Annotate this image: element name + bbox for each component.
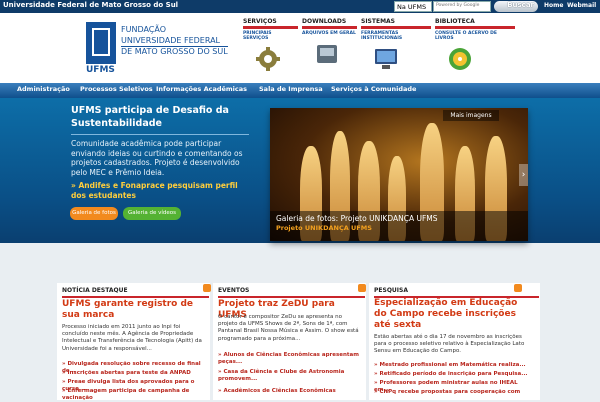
- list-item[interactable]: » Casa da Ciência e Clube de Astronomia …: [218, 369, 363, 383]
- photo-gallery-button[interactable]: Galeria de fotos: [70, 207, 118, 220]
- search-input[interactable]: Powered by Google: [433, 1, 491, 12]
- ufms-logo-icon[interactable]: [86, 22, 116, 64]
- more-images-button[interactable]: Mais imagens: [443, 110, 499, 121]
- photo-caption-sub: Projeto UNIKDANÇA UFMS: [276, 224, 372, 232]
- nav-processos-seletivos[interactable]: Processos Seletivos: [80, 85, 153, 93]
- search-button[interactable]: Buscar: [494, 1, 538, 12]
- hero-title[interactable]: UFMS participa de Desafio da Sustentabil…: [71, 104, 261, 130]
- service-downloads[interactable]: DOWNLOADS ARQUIVOS EM GERAL: [302, 18, 357, 71]
- video-gallery-button[interactable]: Galeria de vídeos: [123, 207, 181, 220]
- column-title[interactable]: UFMS garante registro de sua marca: [62, 299, 202, 321]
- download-icon: [317, 45, 337, 63]
- hero-link[interactable]: » Andifes e Fonaprace pesquisam perfil d…: [71, 181, 251, 200]
- webmail-link[interactable]: Webmail: [567, 2, 596, 9]
- rss-icon[interactable]: [358, 284, 366, 292]
- next-arrow-icon[interactable]: ›: [519, 164, 528, 186]
- service-biblioteca[interactable]: BIBLIOTECA CONSULTE O ACERVO DE LIVROS: [435, 18, 515, 76]
- nav-servicos-comunidade[interactable]: Serviços à Comunidade: [331, 85, 416, 93]
- nav-informacoes-academicas[interactable]: Informações Acadêmicas: [156, 85, 247, 93]
- column-title[interactable]: Especialização em Educação do Campo rece…: [374, 298, 529, 331]
- monitor-icon: [375, 49, 397, 69]
- rss-icon[interactable]: [514, 284, 522, 292]
- hero-body: Comunidade acadêmica pode participar env…: [71, 139, 243, 177]
- list-item[interactable]: » Alunos de Ciências Econômicas apresent…: [218, 352, 363, 366]
- gear-icon: [256, 47, 280, 71]
- list-item[interactable]: » CNPq recebe propostas para cooperação …: [374, 389, 534, 396]
- logo-short: UFMS: [86, 65, 115, 75]
- column-body: Processo iniciado em 2011 junto ao Inpi …: [62, 324, 202, 352]
- hero-divider: [71, 134, 249, 135]
- service-servicos[interactable]: SERVIÇOS PRINCIPAIS SERVIÇOS: [243, 18, 298, 76]
- list-item[interactable]: » Retificado período de inscrição para P…: [374, 371, 534, 378]
- list-item[interactable]: » Acadêmicos de Ciências Econômicas: [218, 388, 363, 395]
- home-link[interactable]: Home: [544, 2, 563, 9]
- rss-icon[interactable]: [203, 284, 211, 292]
- nav-administracao[interactable]: Administração: [17, 85, 70, 93]
- search-scope-select[interactable]: Na UFMS: [394, 1, 432, 12]
- nav-sala-de-imprensa[interactable]: Sala de Imprensa: [259, 85, 323, 93]
- list-item[interactable]: » Inscrições abertas para teste da ANPAD: [62, 370, 207, 377]
- cd-icon: [449, 48, 471, 70]
- photo-caption[interactable]: Galeria de fotos: Projeto UNIKDANÇA UFMS: [276, 214, 438, 223]
- column-body: O cantor e compositor ZeDu se apresenta …: [218, 314, 359, 342]
- column-head: EVENTOS: [218, 287, 365, 298]
- list-item[interactable]: » Mestrado profissional em Matemática re…: [374, 362, 534, 369]
- main-nav: Administração Processos Seletivos Inform…: [0, 83, 600, 98]
- service-sistemas[interactable]: SISTEMAS FERRAMENTAS INSTITUCIONAIS: [361, 18, 431, 76]
- site-name[interactable]: Universidade Federal de Mato Grosso do S…: [3, 1, 178, 9]
- logo-text: FUNDAÇÃO UNIVERSIDADE FEDERAL DE MATO GR…: [121, 25, 228, 56]
- column-head: NOTÍCIA DESTAQUE: [62, 287, 209, 298]
- column-body: Estão abertas até o dia 17 de novembro a…: [374, 334, 525, 355]
